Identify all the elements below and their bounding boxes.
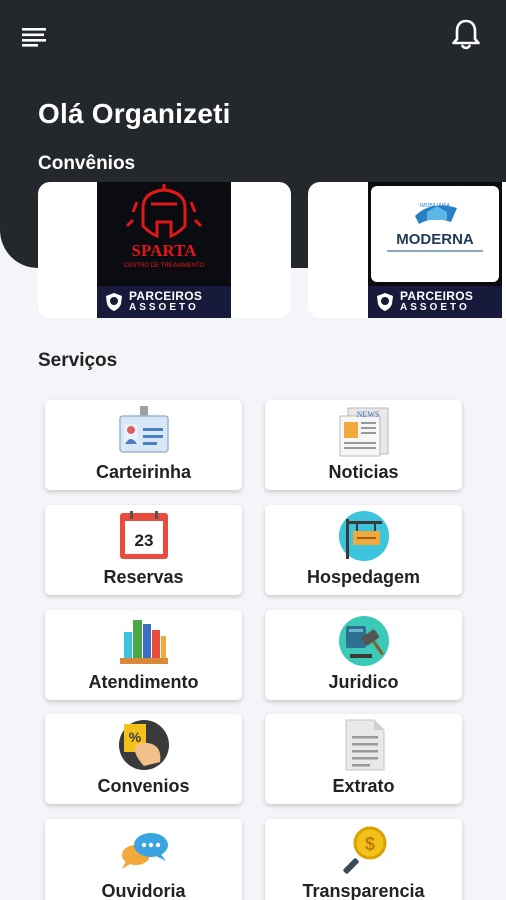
service-card-juridico[interactable]: Juridico [265, 610, 462, 700]
service-label: Extrato [332, 776, 395, 796]
service-label: Atendimento [88, 672, 199, 692]
service-label: Ouvidoria [101, 881, 186, 900]
menu-icon [22, 28, 46, 47]
service-label: Carteirinha [95, 462, 192, 482]
partner-card-sparta[interactable]: SPARTA CENTRO DE TREINAMENTO PARCEIROS A… [38, 182, 291, 318]
service-label: Hospedagem [306, 567, 421, 587]
service-label: Transparencia [302, 881, 425, 900]
moderna-house-icon: IMOBILIÁRIA MODERNA [387, 202, 483, 252]
badge-line-1: PARCEIROS [400, 289, 474, 303]
sparta-subtitle: CENTRO DE TREINAMENTO [124, 263, 205, 269]
menu-button[interactable] [22, 26, 50, 48]
shield-icon [106, 293, 122, 311]
moderna-wordmark: MODERNA [396, 231, 474, 248]
shield-icon [377, 293, 393, 311]
bell-icon [452, 19, 480, 50]
gavel-icon [338, 616, 389, 666]
badge-line-2: ASSOETO [400, 302, 470, 313]
badge-line-2: ASSOETO [129, 302, 199, 313]
percent-sign: % [128, 729, 141, 745]
service-label: Convenios [97, 776, 190, 796]
service-card-carteirinha[interactable]: Carteirinha [45, 400, 242, 490]
hotel-sign-icon [338, 511, 389, 561]
document-icon [345, 719, 384, 771]
newspaper-icon: NEWS [339, 407, 388, 457]
sparta-wordmark: SPARTA [132, 241, 198, 260]
sparta-logo: SPARTA CENTRO DE TREINAMENTO PARCEIROS A… [97, 182, 231, 318]
greeting-title: Olá Organizeti [38, 98, 231, 129]
magnifier-dollar-icon: $ [342, 826, 386, 874]
convenios-section-title: Convênios [38, 153, 136, 174]
service-card-ouvidoria[interactable]: Ouvidoria [45, 819, 242, 900]
service-label: Reservas [103, 567, 184, 587]
parceiros-badge: PARCEIROS ASSOETO [368, 286, 502, 318]
id-card-icon [118, 406, 169, 453]
moderna-subtitle: IMOBILIÁRIA [420, 202, 451, 209]
service-card-transparencia[interactable]: $ Transparencia [265, 819, 462, 900]
service-card-noticias[interactable]: NEWS Noticias [265, 400, 462, 490]
notifications-button[interactable] [450, 18, 482, 52]
badge-line-1: PARCEIROS [129, 289, 203, 303]
chat-bubbles-icon [121, 833, 168, 869]
calendar-day: 23 [134, 531, 153, 550]
service-card-reservas[interactable]: 23 Reservas [45, 505, 242, 595]
parceiros-badge: PARCEIROS ASSOETO [97, 286, 231, 318]
news-text: NEWS [356, 410, 379, 419]
service-card-convenios[interactable]: % Convenios [45, 714, 242, 804]
service-label: Juridico [328, 672, 399, 692]
spartan-helmet-icon: SPARTA CENTRO DE TREINAMENTO [124, 184, 205, 269]
service-label: Noticias [328, 462, 399, 482]
servicos-section-title: Serviços [38, 350, 118, 371]
service-card-atendimento[interactable]: Atendimento [45, 610, 242, 700]
service-card-hospedagem[interactable]: Hospedagem [265, 505, 462, 595]
partner-card-moderna[interactable]: IMOBILIÁRIA MODERNA PARCEIROS ASSOETO [308, 182, 506, 318]
moderna-logo: IMOBILIÁRIA MODERNA PARCEIROS ASSOETO [368, 182, 502, 318]
books-icon [119, 620, 168, 664]
calendar-icon: 23 [119, 511, 168, 559]
dollar-sign: $ [364, 834, 374, 854]
discount-icon: % [118, 720, 169, 770]
service-card-extrato[interactable]: Extrato [265, 714, 462, 804]
